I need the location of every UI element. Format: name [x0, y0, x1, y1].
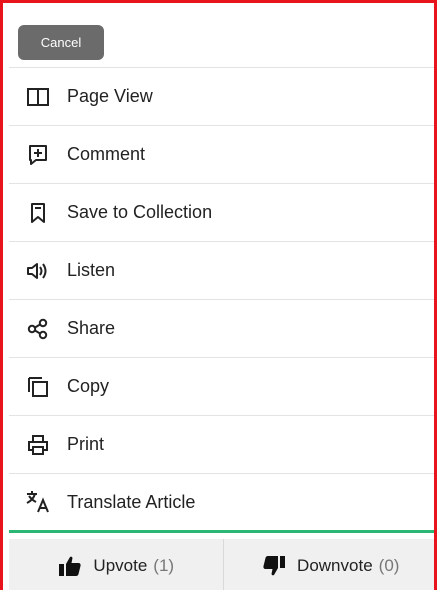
share-icon — [25, 316, 51, 342]
menu-item-label: Comment — [67, 144, 146, 164]
menu-item-copy[interactable]: Copy — [9, 357, 437, 415]
cancel-button[interactable]: Cancel — [18, 25, 104, 60]
comment-icon — [25, 142, 51, 168]
menu-item-label: Page View — [67, 86, 153, 106]
upvote-count: (1) — [153, 556, 175, 575]
action-sheet: Cancel Page View Comment Save to Collect… — [0, 0, 437, 590]
menu-item-print[interactable]: Print — [9, 415, 437, 473]
menu-item-comment[interactable]: Comment — [9, 125, 437, 183]
menu-item-label: Save to Collection — [67, 202, 213, 222]
menu-item-label: Translate Article — [67, 491, 196, 512]
print-icon — [25, 432, 51, 458]
menu-item-label: Copy — [67, 376, 110, 396]
top-bar: Cancel — [9, 9, 437, 67]
action-menu: Page View Comment Save to Collection Lis… — [9, 67, 437, 533]
menu-item-translate-article[interactable]: Translate Article — [9, 473, 437, 533]
downvote-count: (0) — [378, 556, 400, 575]
menu-item-label: Listen — [67, 260, 116, 280]
upvote-label: Upvote — [93, 556, 148, 575]
thumbs-down-icon — [261, 553, 287, 579]
menu-item-label: Print — [67, 434, 105, 454]
upvote-button[interactable]: Upvote (1) — [9, 539, 223, 590]
speaker-icon — [25, 258, 51, 284]
menu-item-listen[interactable]: Listen — [9, 241, 437, 299]
copy-icon — [25, 374, 51, 400]
page-view-icon — [25, 84, 51, 110]
menu-item-label: Share — [67, 318, 116, 338]
menu-item-page-view[interactable]: Page View — [9, 67, 437, 125]
downvote-button[interactable]: Downvote (0) — [222, 539, 437, 590]
menu-item-save-to-collection[interactable]: Save to Collection — [9, 183, 437, 241]
menu-item-share[interactable]: Share — [9, 299, 437, 357]
downvote-label: Downvote — [297, 556, 373, 575]
bookmark-icon — [25, 200, 51, 226]
vote-bar: Upvote (1) Downvote (0) — [9, 539, 437, 590]
thumbs-up-icon — [57, 553, 83, 579]
translate-icon — [25, 489, 51, 515]
